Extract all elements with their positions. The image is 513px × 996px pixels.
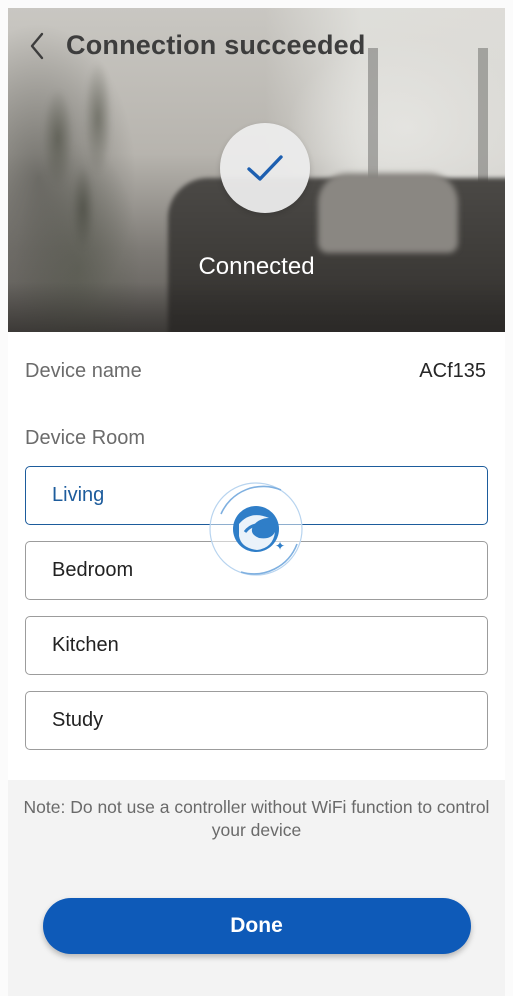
room-option-bedroom[interactable]: Bedroom [25, 541, 488, 600]
device-name-label: Device name [25, 359, 142, 382]
background-cushion [318, 173, 458, 253]
room-option-kitchen[interactable]: Kitchen [25, 616, 488, 675]
done-wrap: Done [8, 898, 505, 954]
room-option-label: Living [52, 484, 105, 506]
room-option-label: Kitchen [52, 634, 119, 656]
room-option-label: Bedroom [52, 559, 134, 581]
room-option-label: Study [52, 709, 104, 731]
room-option-study[interactable]: Study [25, 691, 488, 750]
device-settings: Device name ACf135 Device Room Living Be… [8, 332, 505, 780]
back-button[interactable] [26, 31, 48, 61]
page-title: Connection succeeded [66, 30, 366, 60]
chevron-left-icon [30, 32, 44, 59]
device-room-label: Device Room [25, 427, 146, 449]
header-banner: Connection succeeded Connected [8, 8, 505, 332]
room-option-living[interactable]: Living [25, 466, 488, 525]
success-badge [220, 123, 310, 213]
background-floor [8, 282, 505, 332]
wifi-note: Note: Do not use a controller without Wi… [23, 797, 490, 840]
connection-status: Connected [198, 253, 315, 280]
device-name-row: Device name ACf135 [25, 332, 488, 410]
device-name-value: ACf135 [419, 359, 486, 382]
title-bar: Connection succeeded [26, 30, 366, 61]
checkmark-icon [247, 155, 283, 181]
done-button[interactable]: Done [42, 898, 471, 954]
app-screen: Connection succeeded Connected Device na… [0, 0, 513, 996]
